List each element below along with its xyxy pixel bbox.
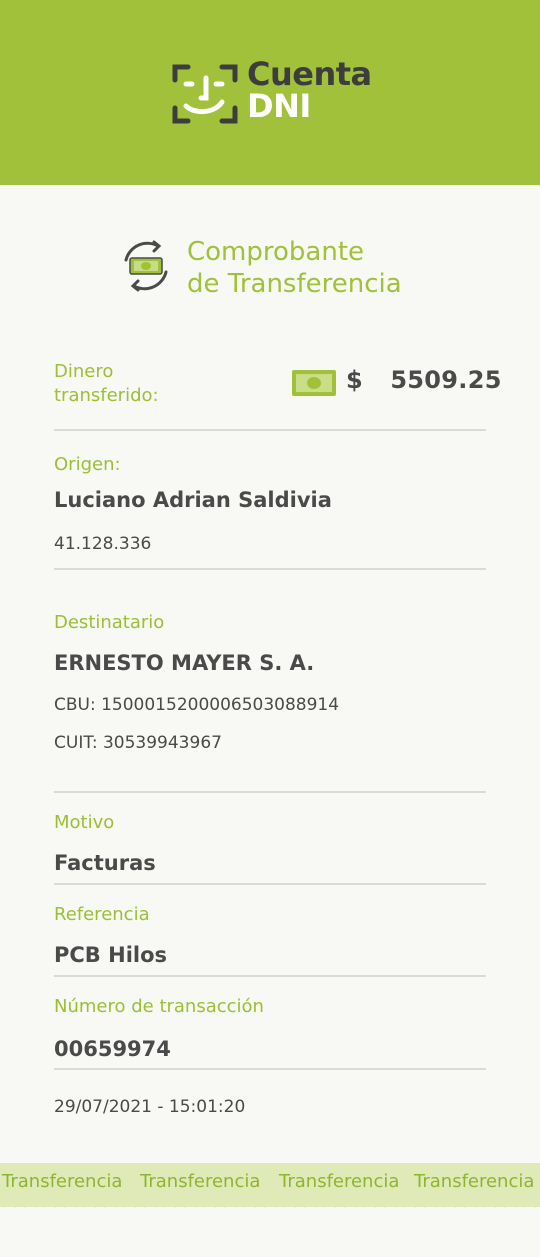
receipt-title: Comprobante de Transferencia: [118, 236, 498, 306]
footer-band-item: Transferencia: [140, 1171, 261, 1192]
divider: [54, 429, 486, 431]
brand-line2: DNI: [247, 87, 311, 125]
divider: [54, 791, 486, 793]
origin-label: Origen:: [54, 454, 121, 475]
amount-label-line2: transferido:: [54, 385, 159, 406]
amount-label: Dinero transferido:: [54, 360, 159, 408]
reason-value: Facturas: [54, 851, 156, 875]
divider: [54, 883, 486, 885]
divider: [54, 975, 486, 977]
footer-band-item: Transferencia: [2, 1171, 123, 1192]
origin-name: Luciano Adrian Saldivia: [54, 488, 332, 512]
transaction-value: 00659974: [54, 1037, 171, 1061]
banknote-icon: [292, 370, 336, 396]
divider: [54, 1068, 486, 1070]
face-id-icon: [172, 64, 238, 124]
amount-display: $ 5509.25: [292, 364, 501, 404]
divider: [54, 568, 486, 570]
header-bar: Cuenta DNI: [0, 0, 540, 185]
receipt-title-text: Comprobante de Transferencia: [187, 236, 402, 300]
footer-band-item: Transferencia: [414, 1171, 535, 1192]
recipient-cbu: CBU: 1500015200006503088914: [54, 695, 340, 715]
reason-label: Motivo: [54, 812, 115, 833]
title-line2: de Transferencia: [187, 269, 402, 299]
receipt-torn-edge: [0, 1196, 540, 1208]
receipt-page: Cuenta DNI Comprobante de Transferencia …: [0, 0, 540, 1257]
footer-band-item: Transferencia: [279, 1171, 400, 1192]
recipient-label: Destinatario: [54, 612, 165, 633]
origin-dni: 41.128.336: [54, 534, 152, 554]
reference-label: Referencia: [54, 904, 150, 925]
cuenta-dni-logo: Cuenta DNI: [172, 58, 372, 130]
recipient-name: ERNESTO MAYER S. A.: [54, 651, 315, 675]
amount-value: $ 5509.25: [346, 366, 502, 394]
currency-symbol: $: [346, 366, 363, 394]
amount-number: 5509.25: [390, 366, 502, 394]
reference-value: PCB Hilos: [54, 943, 168, 967]
transaction-label: Número de transacción: [54, 996, 264, 1017]
brand-name: Cuenta DNI: [247, 58, 372, 122]
transaction-datetime: 29/07/2021 - 15:01:20: [54, 1097, 246, 1117]
money-transfer-icon: [124, 240, 168, 292]
title-line1: Comprobante: [187, 237, 365, 267]
recipient-cuit: CUIT: 30539943967: [54, 733, 222, 753]
amount-label-line1: Dinero: [54, 361, 114, 382]
